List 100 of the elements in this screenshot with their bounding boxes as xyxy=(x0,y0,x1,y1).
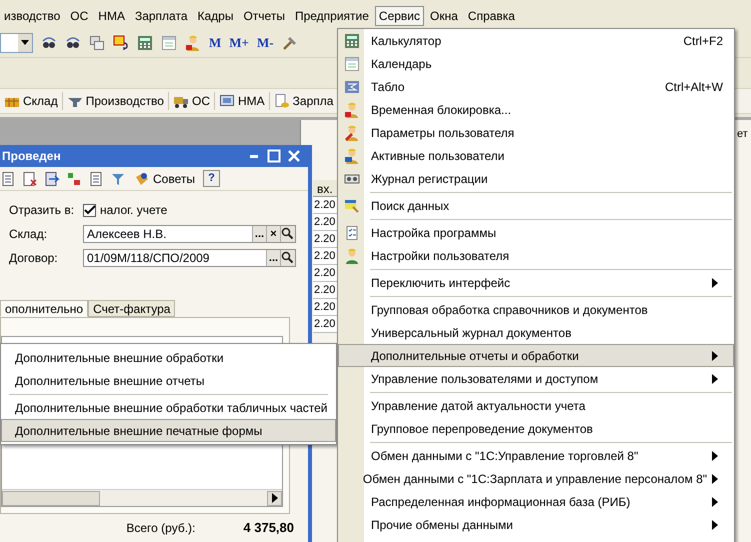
side-text: ет xyxy=(737,127,748,142)
toolbar-button[interactable] xyxy=(44,170,60,186)
calculator-icon xyxy=(137,34,153,50)
windows-icon xyxy=(89,34,105,50)
panel-button[interactable]: Склад xyxy=(0,92,63,110)
menu-item[interactable]: Параметры пользователя xyxy=(338,121,734,144)
dropdown-caret-icon xyxy=(21,40,29,45)
checklist-icon xyxy=(344,224,360,240)
menu-item[interactable]: Дополнительные отчеты и обработки xyxy=(338,344,734,367)
toolbar-button[interactable] xyxy=(65,34,81,50)
menu-item[interactable]: Групповое перепроведение документов xyxy=(338,417,734,440)
menu-item[interactable]: Обмен данными с "1С:Управление торговлей 8" xyxy=(338,444,734,467)
tab[interactable]: Счет-фактура xyxy=(88,300,176,317)
field-action-button[interactable]: ... xyxy=(266,250,280,266)
menu-bar-item[interactable]: Справка xyxy=(464,6,519,26)
calendar-icon xyxy=(344,56,360,72)
minimize-icon xyxy=(250,154,258,158)
coins-icon xyxy=(274,93,290,109)
tools-icon xyxy=(282,34,298,50)
user-icon xyxy=(344,248,360,264)
panel-button[interactable]: ОС xyxy=(168,92,215,110)
column-header: вх. xyxy=(313,180,338,197)
memory-button[interactable]: M- xyxy=(256,32,274,52)
menu-bar-item[interactable]: Зарплата xyxy=(130,6,192,26)
total-label: Всего (руб.): xyxy=(126,520,196,537)
combo-box[interactable] xyxy=(0,32,33,52)
window-title: Проведен xyxy=(2,148,62,165)
field-action-button[interactable]: × xyxy=(266,226,280,242)
memory-button[interactable]: M xyxy=(209,32,222,52)
menu-item[interactable]: Переключить интерфейс xyxy=(338,271,734,294)
checkbox[interactable] xyxy=(83,204,96,216)
display-board-icon xyxy=(344,78,360,94)
menu-item[interactable]: Настройки пользователя xyxy=(338,244,734,267)
menu-item[interactable]: Обмен данными с "1С:Зарплата и управление персоналом 8" xyxy=(338,467,734,490)
menu-item[interactable]: Прочие обмены данными xyxy=(338,513,734,536)
menu-bar-item[interactable]: Кадры xyxy=(194,6,238,26)
maximize-icon xyxy=(266,148,282,164)
menu-item[interactable]: Управление датой актуальности учета xyxy=(338,394,734,417)
shortcut-label: Ctrl+F2 xyxy=(683,32,723,50)
menu-bar-item[interactable]: Сервис xyxy=(374,6,424,26)
menu-bar-item[interactable]: ОС xyxy=(66,6,92,26)
close-icon xyxy=(286,148,302,164)
menu-item[interactable]: Табло Ctrl+Alt+W xyxy=(338,75,734,98)
panel-button[interactable]: НМА xyxy=(214,92,270,110)
memory-button[interactable]: M+ xyxy=(229,32,249,52)
field-label: Договор: xyxy=(9,250,59,267)
menu-bar-item[interactable]: Отчеты xyxy=(239,6,289,26)
menu-item[interactable]: Активные пользователи xyxy=(338,144,734,167)
search-icon xyxy=(280,250,296,266)
toolbar-button[interactable] xyxy=(22,170,38,186)
menu-bar-item[interactable]: НМА xyxy=(94,6,129,26)
menu-bar-item[interactable]: Окна xyxy=(426,6,462,26)
menu-item[interactable]: Управление пользователями и доступом xyxy=(338,367,734,390)
menu-bar-item[interactable]: Предприятие xyxy=(290,6,373,26)
data-search-icon xyxy=(344,198,360,214)
total-value: 4 375,80 xyxy=(243,519,294,538)
field-label: Отразить в: xyxy=(9,202,76,219)
search-button[interactable] xyxy=(280,250,295,266)
input-field[interactable]: Алексеев Н.В. ... × xyxy=(83,225,296,243)
toolbar-button[interactable] xyxy=(137,34,153,50)
shortcut-label: Ctrl+Alt+W xyxy=(664,78,723,96)
input-field[interactable]: 01/09М/118/СПО/2009 ... xyxy=(83,249,296,267)
tab[interactable]: ополнительно xyxy=(0,300,88,317)
list-icon xyxy=(88,170,104,186)
menu-item[interactable]: Настройка программы xyxy=(338,221,734,244)
calendar-icon xyxy=(161,34,177,50)
checkbox-label: налог. учете xyxy=(100,202,168,219)
document-icon xyxy=(0,170,16,186)
screen-icon xyxy=(218,93,235,109)
toolbar-button[interactable] xyxy=(0,170,16,186)
toolbar-button[interactable] xyxy=(88,170,104,186)
tips-button[interactable]: Советы xyxy=(132,170,197,188)
menu-bar-item[interactable]: изводство xyxy=(0,6,64,26)
search-icon xyxy=(280,226,296,242)
help-button[interactable]: ? xyxy=(202,170,220,187)
binoculars-icon xyxy=(41,34,57,50)
menu-item[interactable]: Распределенная информационная база (РИБ) xyxy=(338,490,734,513)
menu-item[interactable]: Дополнительные внешние обработки xyxy=(1,346,336,369)
field-label: Склад: xyxy=(9,226,48,243)
calculator-icon xyxy=(344,32,360,48)
menu-item[interactable]: Дополнительные внешние печатные формы xyxy=(1,419,336,442)
toolbar-button[interactable] xyxy=(41,34,57,50)
document-arrow-icon xyxy=(44,170,60,186)
menu-item[interactable]: Универсальный журнал документов xyxy=(338,321,734,344)
panel-button[interactable]: Производство xyxy=(62,92,169,110)
menu-item[interactable]: Календарь xyxy=(338,52,734,75)
user-pencil-icon xyxy=(344,124,360,140)
menu-item[interactable]: Групповая обработка справочников и документов xyxy=(338,298,734,321)
menu-item[interactable]: Дополнительные внешние обработки табличных частей xyxy=(1,396,336,419)
scrollbar-thumb[interactable] xyxy=(2,490,100,506)
field-action-button[interactable]: ... xyxy=(252,226,266,242)
menu-item[interactable]: Журнал регистрации xyxy=(338,167,734,190)
menu-item[interactable]: Временная блокировка... xyxy=(338,98,734,121)
scroll-right-button[interactable] xyxy=(267,490,282,506)
document-delete-icon xyxy=(22,170,38,186)
binoculars-icon xyxy=(65,34,81,50)
menu-item[interactable]: Калькулятор Ctrl+F2 xyxy=(338,29,734,52)
search-button[interactable] xyxy=(280,226,295,242)
menu-item[interactable]: Поиск данных xyxy=(338,194,734,217)
menu-item[interactable]: Дополнительные внешние отчеты xyxy=(1,369,336,392)
